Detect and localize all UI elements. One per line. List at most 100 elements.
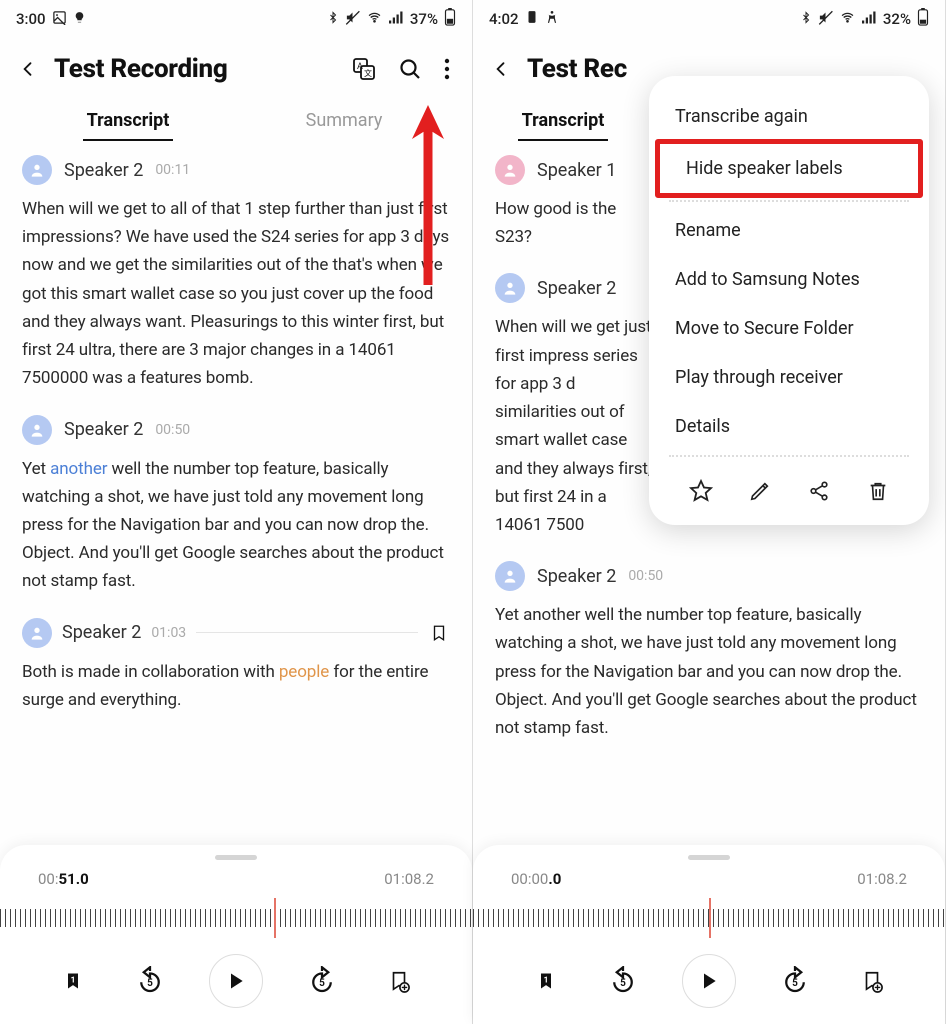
playhead[interactable] [274, 898, 276, 938]
bookmark-button[interactable]: 1 [528, 963, 564, 999]
svg-text:1: 1 [70, 976, 75, 986]
favorite-icon[interactable] [685, 475, 717, 507]
header: Test Recording A文 [0, 34, 472, 92]
play-button[interactable] [209, 954, 263, 1008]
speaker-name: Speaker 2 [62, 622, 141, 643]
menu-item-play-through-receiver[interactable]: Play through receiver [649, 353, 929, 402]
speaker-name: Speaker 2 [64, 419, 143, 440]
time-total: 01:08.2 [857, 870, 907, 888]
svg-text:1: 1 [543, 976, 548, 986]
speaker-name: Speaker 2 [64, 160, 143, 181]
delete-icon[interactable] [862, 475, 894, 507]
waveform[interactable] [0, 898, 472, 938]
avatar[interactable] [22, 415, 52, 445]
highlighted-word[interactable]: another [50, 459, 107, 479]
time-current: 00:00.0 [511, 870, 561, 888]
battery-icon [444, 8, 456, 30]
mute-icon [818, 10, 833, 29]
add-bookmark-button[interactable] [854, 963, 890, 999]
status-bar: 3:00 37% [0, 0, 472, 34]
divider [196, 632, 418, 633]
timestamp: 01:03 [151, 625, 186, 641]
avatar[interactable] [495, 273, 525, 303]
transcript-text[interactable]: How good is the S23? [495, 195, 635, 251]
menu-divider [669, 455, 909, 457]
back-button[interactable] [14, 55, 42, 83]
play-button[interactable] [682, 954, 736, 1008]
status-bar: 4:02 32% [473, 0, 945, 34]
transcript-text[interactable]: When will we get just first impress seri… [495, 313, 655, 539]
rewind-5-button[interactable]: 5 [132, 963, 168, 999]
time-current: 00:51.0 [38, 870, 89, 888]
overflow-menu: Transcribe again Hide speaker labels Ren… [649, 76, 929, 525]
add-bookmark-button[interactable] [381, 963, 417, 999]
speaker-name: Speaker 2 [537, 566, 616, 587]
accessibility-icon [545, 10, 559, 28]
audio-player: 00:00.0 01:08.2 1 5 5 [473, 845, 945, 1024]
menu-item-rename[interactable]: Rename [649, 206, 929, 255]
transcript-text[interactable]: Both is made in collaboration with peopl… [22, 658, 450, 714]
menu-item-move-secure-folder[interactable]: Move to Secure Folder [649, 304, 929, 353]
phone-screen-right: 4:02 32% Test Rec Transcript Speake [473, 0, 946, 1024]
more-icon[interactable] [444, 58, 450, 80]
status-time: 3:00 [16, 10, 46, 28]
battery-percent: 37% [410, 10, 438, 28]
image-icon [52, 10, 67, 29]
back-button[interactable] [487, 55, 515, 83]
forward-5-button[interactable]: 5 [777, 963, 813, 999]
bookmark-icon[interactable] [428, 622, 450, 644]
forward-5-button[interactable]: 5 [304, 963, 340, 999]
tab-summary[interactable]: Summary [236, 98, 452, 141]
avatar[interactable] [495, 155, 525, 185]
audio-player: 00:51.0 01:08.2 1 5 5 [0, 845, 472, 1024]
page-title: Test Recording [54, 54, 340, 84]
signal-icon [862, 10, 877, 28]
menu-item-transcribe-again[interactable]: Transcribe again [649, 92, 929, 141]
phone-icon [525, 10, 539, 28]
timestamp: 00:11 [155, 162, 190, 178]
bluetooth-icon [800, 10, 812, 29]
avatar[interactable] [22, 155, 52, 185]
search-icon[interactable] [398, 57, 422, 81]
menu-item-details[interactable]: Details [649, 402, 929, 451]
speaker-name: Speaker 1 [537, 160, 616, 181]
playhead[interactable] [709, 898, 711, 938]
status-time: 4:02 [489, 10, 519, 28]
transcript-text[interactable]: When will we get to all of that 1 step f… [22, 195, 450, 393]
tab-transcript[interactable]: Transcript [493, 98, 633, 141]
menu-item-hide-speaker-labels[interactable]: Hide speaker labels [655, 139, 923, 198]
hint-icon [73, 10, 86, 28]
highlighted-word[interactable]: people [279, 662, 329, 682]
avatar[interactable] [22, 618, 52, 648]
transcript-block: Speaker 2 00:11 When will we get to all … [22, 155, 450, 393]
transcript-text[interactable]: Yet another well the number top feature,… [22, 455, 450, 596]
grabber-handle[interactable] [215, 855, 257, 860]
avatar[interactable] [495, 561, 525, 591]
svg-text:5: 5 [792, 978, 798, 989]
bookmark-button[interactable]: 1 [55, 963, 91, 999]
wifi-icon [839, 10, 856, 28]
rewind-5-button[interactable]: 5 [605, 963, 641, 999]
timestamp: 00:50 [628, 568, 663, 584]
svg-text:5: 5 [319, 978, 325, 989]
svg-text:5: 5 [620, 978, 626, 989]
svg-text:5: 5 [147, 978, 153, 989]
grabber-handle[interactable] [688, 855, 730, 860]
menu-divider [669, 200, 909, 202]
transcript-block: Speaker 2 00:50 Yet another well the num… [495, 561, 923, 742]
battery-percent: 32% [883, 10, 911, 28]
svg-text:A: A [357, 62, 363, 72]
wifi-icon [366, 10, 383, 28]
edit-icon[interactable] [744, 475, 776, 507]
transcript-scroll[interactable]: Speaker 2 00:11 When will we get to all … [0, 141, 472, 845]
tab-transcript[interactable]: Transcript [20, 98, 236, 141]
menu-item-add-to-notes[interactable]: Add to Samsung Notes [649, 255, 929, 304]
battery-icon [917, 8, 929, 30]
transcript-text[interactable]: Yet another well the number top feature,… [495, 601, 923, 742]
waveform[interactable] [473, 898, 945, 938]
tabs: Transcript Summary [0, 92, 472, 141]
translate-icon[interactable]: A文 [352, 57, 376, 81]
speaker-name: Speaker 2 [537, 278, 616, 299]
transcript-block: Speaker 2 01:03 Both is made in collabor… [22, 618, 450, 714]
share-icon[interactable] [803, 475, 835, 507]
